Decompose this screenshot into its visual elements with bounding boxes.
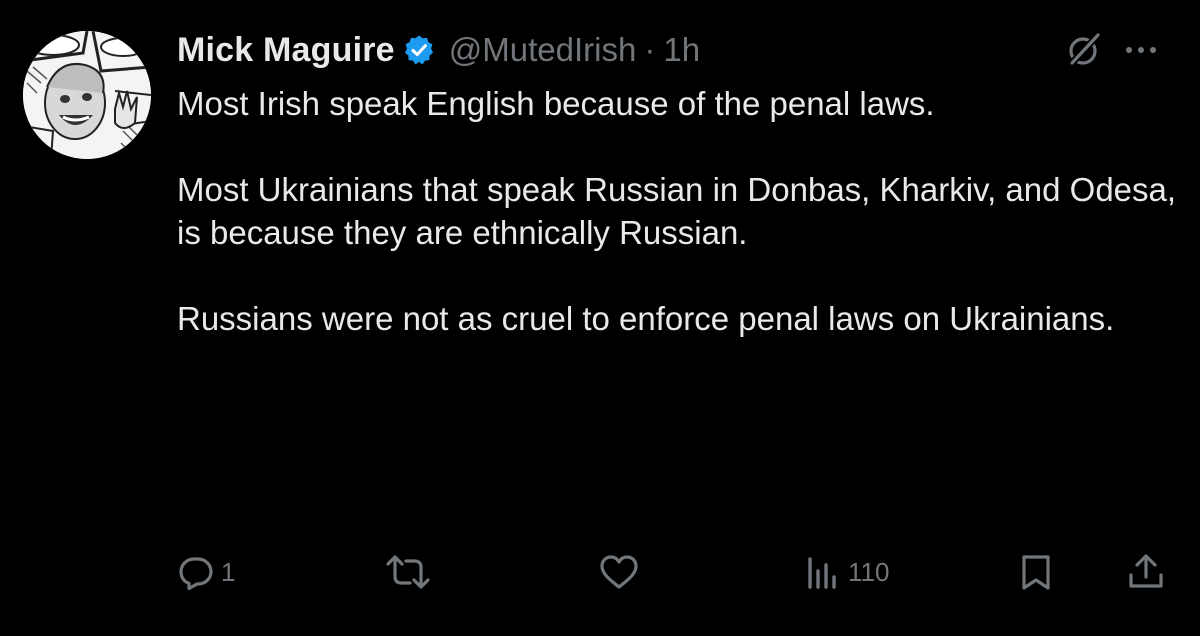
views-icon <box>808 557 836 589</box>
repost-button[interactable] <box>385 552 437 592</box>
share-button[interactable] <box>1126 552 1166 592</box>
avatar-image <box>23 31 151 159</box>
tweet-paragraph: Russians were not as cruel to enforce pe… <box>177 300 1115 337</box>
tweet-actions: 1 110 <box>0 552 1200 592</box>
avatar[interactable] <box>23 31 151 159</box>
repost-icon <box>386 555 430 589</box>
author-display-name[interactable]: Mick Maguire <box>177 31 395 70</box>
bookmark-button[interactable] <box>1018 552 1054 592</box>
heart-icon <box>600 555 638 589</box>
reply-button[interactable]: 1 <box>177 552 235 592</box>
tweet-content: Mick Maguire @MutedIrish · 1h Most Irish… <box>177 24 1177 340</box>
bookmark-icon <box>1022 555 1050 590</box>
reply-icon <box>179 557 213 591</box>
reply-count: 1 <box>221 556 236 587</box>
tweet-timestamp[interactable]: 1h <box>663 31 700 69</box>
share-icon <box>1129 554 1163 588</box>
tweet-text: Most Irish speak English because of the … <box>177 82 1187 340</box>
verified-badge-icon[interactable] <box>403 34 435 66</box>
like-button[interactable] <box>598 552 646 592</box>
grok-icon[interactable] <box>1065 31 1103 69</box>
tweet-header: Mick Maguire @MutedIrish · 1h <box>177 24 1177 76</box>
tweet-paragraph: Most Ukrainians that speak Russian in Do… <box>177 171 1177 251</box>
author-handle[interactable]: @MutedIrish <box>449 31 637 69</box>
views-button[interactable]: 110 <box>806 552 889 592</box>
more-icon[interactable] <box>1123 36 1159 64</box>
tweet-paragraph: Most Irish speak English because of the … <box>177 85 935 122</box>
views-count: 110 <box>848 556 890 587</box>
meta-separator: · <box>644 31 656 68</box>
tweet[interactable]: Mick Maguire @MutedIrish · 1h Most Irish… <box>0 0 1200 636</box>
